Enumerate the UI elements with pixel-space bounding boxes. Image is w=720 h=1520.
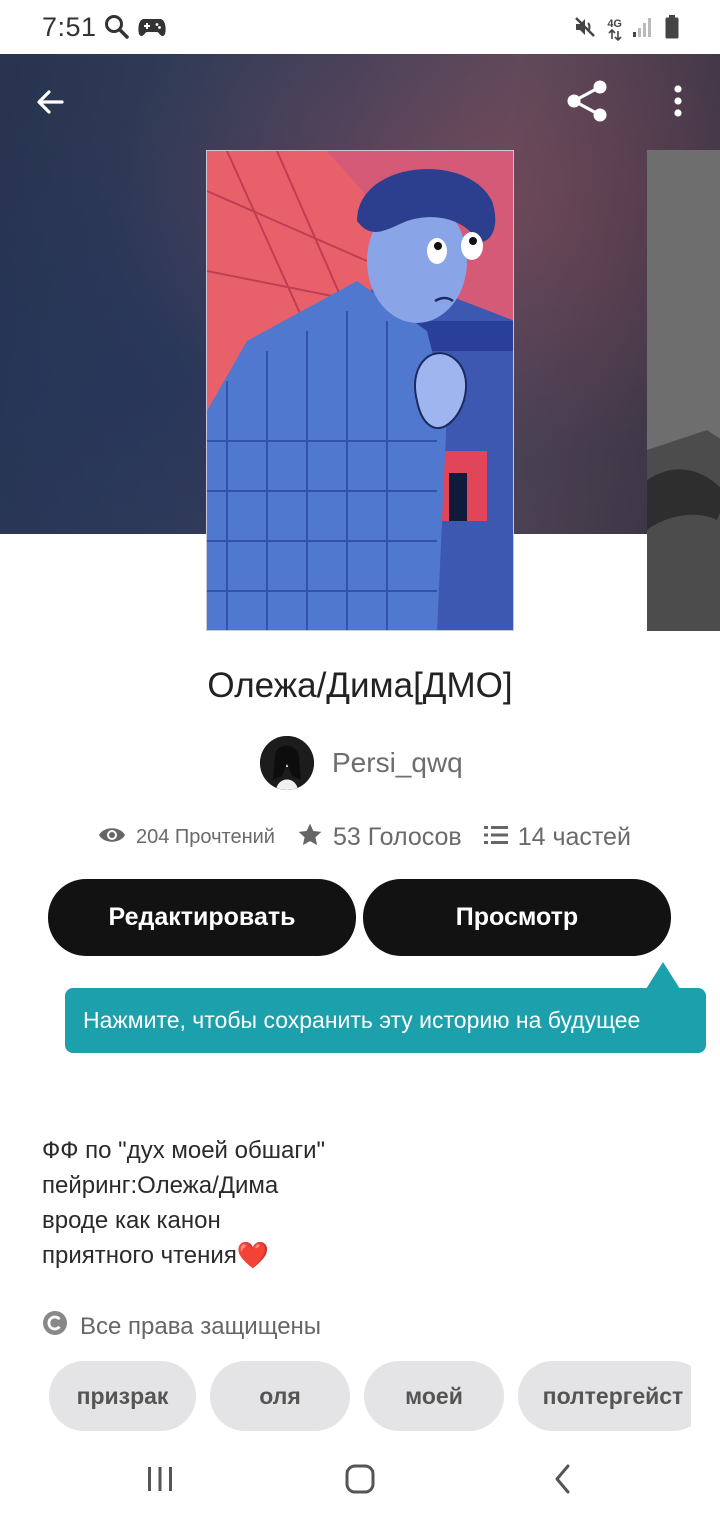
back-button[interactable]	[30, 84, 70, 124]
status-bar: 7:51 4G	[0, 0, 720, 54]
view-button[interactable]: Просмотр	[363, 879, 671, 956]
recent-apps-icon	[145, 1465, 175, 1498]
share-button[interactable]	[562, 80, 612, 126]
description-line-last: приятного чтения ❤️	[42, 1238, 325, 1273]
more-options-button[interactable]	[662, 84, 694, 122]
share-icon	[565, 79, 609, 128]
avatar[interactable]	[260, 736, 314, 790]
story-cover-image[interactable]	[206, 150, 514, 631]
copyright-label: Все права защищены	[80, 1312, 322, 1340]
gamepad-icon	[138, 16, 166, 43]
tag-item[interactable]: моей	[364, 1361, 504, 1431]
star-icon	[297, 822, 323, 853]
story-description: ФФ по "дух моей обшаги" пейринг:Олежа/Ди…	[42, 1133, 325, 1273]
mute-icon	[573, 15, 597, 44]
more-vertical-icon	[673, 84, 683, 123]
eye-icon	[98, 825, 126, 850]
copyright-icon	[42, 1310, 68, 1343]
votes-count: 53 Голосов	[332, 822, 462, 851]
description-line: приятного чтения	[42, 1242, 237, 1269]
description-line: ФФ по "дух моей обшаги"	[42, 1137, 326, 1164]
signal-icon	[632, 16, 654, 43]
reads-count: 204 Прочтений	[136, 825, 275, 848]
description-line: пейринг:Олежа/Дима	[42, 1172, 279, 1199]
author-row[interactable]: Persi_qwq	[260, 736, 463, 790]
battery-icon	[664, 14, 680, 45]
heart-emoji: ❤️	[236, 1240, 270, 1270]
parts-stat: 14 частей	[483, 822, 631, 852]
author-name[interactable]: Persi_qwq	[332, 747, 463, 779]
status-time: 7:51	[42, 12, 97, 42]
copyright-row: Все права защищены	[42, 1310, 321, 1343]
4g-icon: 4G	[607, 18, 622, 41]
tag-list: призрак оля моей полтергейст	[49, 1361, 691, 1431]
home-icon	[344, 1463, 376, 1500]
search-icon	[104, 14, 130, 45]
votes-stat: 53 Голосов	[297, 822, 462, 853]
next-story-cover[interactable]	[647, 150, 720, 631]
save-tooltip[interactable]: Нажмите, чтобы сохранить эту историю на …	[65, 988, 706, 1053]
system-nav-bar	[0, 1440, 720, 1520]
tag-item[interactable]: полтергейст	[518, 1361, 691, 1431]
tag-item[interactable]: оля	[210, 1361, 350, 1431]
description-line: вроде как канон	[42, 1207, 221, 1234]
story-stats: 204 Прочтений 53 Голосов 14 частей	[98, 818, 631, 856]
tooltip-arrow	[646, 962, 680, 989]
recent-apps-button[interactable]	[140, 1462, 180, 1500]
arrow-left-icon	[34, 86, 66, 123]
home-button[interactable]	[340, 1462, 380, 1500]
reads-stat: 204 Прочтений	[98, 825, 275, 850]
edit-button[interactable]: Редактировать	[48, 879, 356, 956]
parts-count: 14 частей	[517, 822, 631, 851]
back-icon	[553, 1463, 573, 1500]
story-title: Олежа/Дима[ДМО]	[207, 666, 513, 705]
tag-item[interactable]: призрак	[49, 1361, 196, 1431]
system-back-button[interactable]	[545, 1462, 581, 1500]
list-icon	[483, 824, 508, 851]
